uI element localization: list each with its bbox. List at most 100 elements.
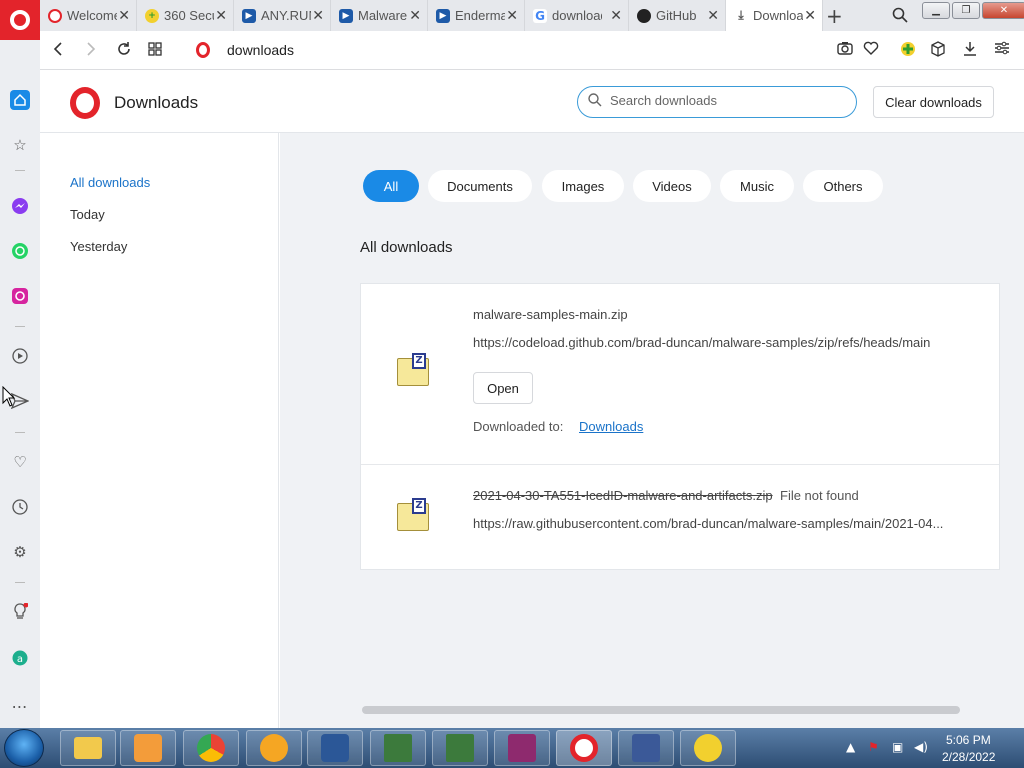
address-field[interactable]: downloads <box>227 42 294 58</box>
new-tab-icon[interactable]: + <box>826 4 843 28</box>
taskbar-opera[interactable] <box>556 730 612 766</box>
horizontal-scrollbar[interactable] <box>362 706 960 714</box>
tab-welcome[interactable]: Welcome ✕ <box>40 0 137 31</box>
taskbar-virtualbox[interactable] <box>307 730 363 766</box>
action-center-icon[interactable]: ⚑ <box>868 740 879 754</box>
chrome-icon <box>197 734 225 762</box>
network-icon[interactable]: ▣ <box>892 740 903 754</box>
filter-images[interactable]: Images <box>542 170 624 202</box>
taskbar-explorer[interactable] <box>60 730 116 766</box>
nav-yesterday[interactable]: Yesterday <box>70 239 127 254</box>
speed-dial-icon[interactable] <box>148 41 162 60</box>
easy-setup-icon[interactable] <box>994 41 1010 59</box>
taskbar-media-player[interactable] <box>120 730 176 766</box>
home-icon[interactable] <box>10 90 30 110</box>
clear-downloads-button[interactable]: Clear downloads <box>873 86 994 118</box>
tab-github[interactable]: GitHub ✕ <box>629 0 726 31</box>
tab-label: Welcome <box>67 8 117 23</box>
extensions-cube-icon[interactable] <box>930 41 946 61</box>
download-item: Z malware-samples-main.zip https://codel… <box>361 284 999 465</box>
volume-icon[interactable]: ◀) <box>914 740 928 754</box>
tab-downloads[interactable]: ⤓ Downloads ✕ <box>726 0 823 31</box>
tab-search-icon[interactable] <box>892 7 908 27</box>
clock-time[interactable]: 5:06 PM <box>946 733 991 747</box>
settings-gear-icon[interactable]: ⚙ <box>10 542 30 562</box>
taskbar-facebook[interactable] <box>618 730 674 766</box>
media-player-icon <box>134 734 162 762</box>
tab-malware[interactable]: ▶ Malware ✕ <box>331 0 428 31</box>
lock-icon <box>260 734 288 762</box>
restore-icon[interactable]: ❐ <box>952 2 980 19</box>
close-tab-icon[interactable]: ✕ <box>610 8 622 24</box>
open-button[interactable]: Open <box>473 372 533 404</box>
file-url: https://codeload.github.com/brad-duncan/… <box>473 335 931 350</box>
history-icon[interactable] <box>10 497 30 517</box>
search-input[interactable] <box>610 93 840 108</box>
snapshot-icon[interactable] <box>837 41 853 59</box>
sidebar-divider <box>15 582 25 583</box>
tab-360-security[interactable]: + 360 Security ✕ <box>137 0 234 31</box>
filter-all[interactable]: All <box>363 170 419 202</box>
tab-google-downloads[interactable]: G downloads ✕ <box>525 0 629 31</box>
back-icon[interactable] <box>52 41 64 61</box>
taskbar-monitor-2[interactable] <box>432 730 488 766</box>
360-extension-icon[interactable] <box>900 41 916 61</box>
window-controls: ▁ ❐ ✕ <box>922 2 1024 19</box>
filter-others[interactable]: Others <box>803 170 883 202</box>
show-hidden-icons-icon[interactable]: ▲ <box>846 740 855 754</box>
opera-favicon-icon <box>48 8 62 23</box>
whatsapp-icon[interactable] <box>10 241 30 261</box>
tab-label: GitHub <box>656 8 697 23</box>
instagram-icon[interactable] <box>10 286 30 306</box>
opera-menu-button[interactable] <box>0 0 40 40</box>
search-box[interactable] <box>577 86 857 118</box>
download-location-link[interactable]: Downloads <box>579 419 643 434</box>
filter-videos[interactable]: Videos <box>633 170 711 202</box>
start-button[interactable] <box>4 729 44 767</box>
star-icon[interactable]: ☆ <box>10 135 30 155</box>
close-tab-icon[interactable]: ✕ <box>118 8 130 24</box>
tab-endermanch[interactable]: ▶ Endermanch ✕ <box>428 0 525 31</box>
taskbar-360[interactable] <box>680 730 736 766</box>
close-tab-icon[interactable]: ✕ <box>804 8 816 24</box>
aria-icon[interactable]: a <box>10 648 30 668</box>
github-favicon-icon <box>637 8 651 23</box>
player-icon[interactable] <box>10 346 30 366</box>
reload-icon[interactable] <box>116 41 132 61</box>
tab-label: Downloads <box>753 8 803 23</box>
taskbar-monitor-1[interactable] <box>370 730 426 766</box>
close-tab-icon[interactable]: ✕ <box>409 8 421 24</box>
minimize-icon[interactable]: ▁ <box>922 2 950 19</box>
close-window-icon[interactable]: ✕ <box>982 2 1024 19</box>
zip-file-icon: Z <box>397 353 429 386</box>
close-tab-icon[interactable]: ✕ <box>312 8 324 24</box>
nav-today[interactable]: Today <box>70 207 105 222</box>
opera-logo-icon <box>70 87 100 119</box>
download-item: Z 2021-04-30-TA551-IcedID-malware-and-ar… <box>361 465 999 569</box>
more-icon[interactable]: ⋯ <box>10 696 30 716</box>
filter-music[interactable]: Music <box>720 170 794 202</box>
nav-all-downloads[interactable]: All downloads <box>70 175 150 190</box>
sidebar-divider <box>15 170 25 171</box>
messenger-icon[interactable] <box>10 196 30 216</box>
filter-documents[interactable]: Documents <box>428 170 532 202</box>
lightbulb-icon[interactable] <box>10 602 30 622</box>
clock-date[interactable]: 2/28/2022 <box>942 750 995 764</box>
heart-icon[interactable]: ♡ <box>10 452 30 472</box>
downloads-list: Z malware-samples-main.zip https://codel… <box>360 283 1000 570</box>
file-name: malware-samples-main.zip <box>473 307 628 322</box>
address-bar: downloads <box>40 31 1024 70</box>
taskbar-winrar[interactable] <box>494 730 550 766</box>
taskbar-vpn[interactable] <box>246 730 302 766</box>
downloads-icon[interactable] <box>962 41 978 61</box>
heart-icon[interactable] <box>863 41 879 59</box>
tab-anyrun[interactable]: ▶ ANY.RUN ✕ <box>234 0 331 31</box>
close-tab-icon[interactable]: ✕ <box>506 8 518 24</box>
forward-icon[interactable] <box>85 41 97 61</box>
section-title: All downloads <box>360 239 453 256</box>
close-tab-icon[interactable]: ✕ <box>707 8 719 24</box>
close-tab-icon[interactable]: ✕ <box>215 8 227 24</box>
downloads-header: Downloads Clear downloads <box>40 70 1024 133</box>
taskbar-chrome[interactable] <box>183 730 239 766</box>
360-favicon-icon: + <box>145 8 159 23</box>
